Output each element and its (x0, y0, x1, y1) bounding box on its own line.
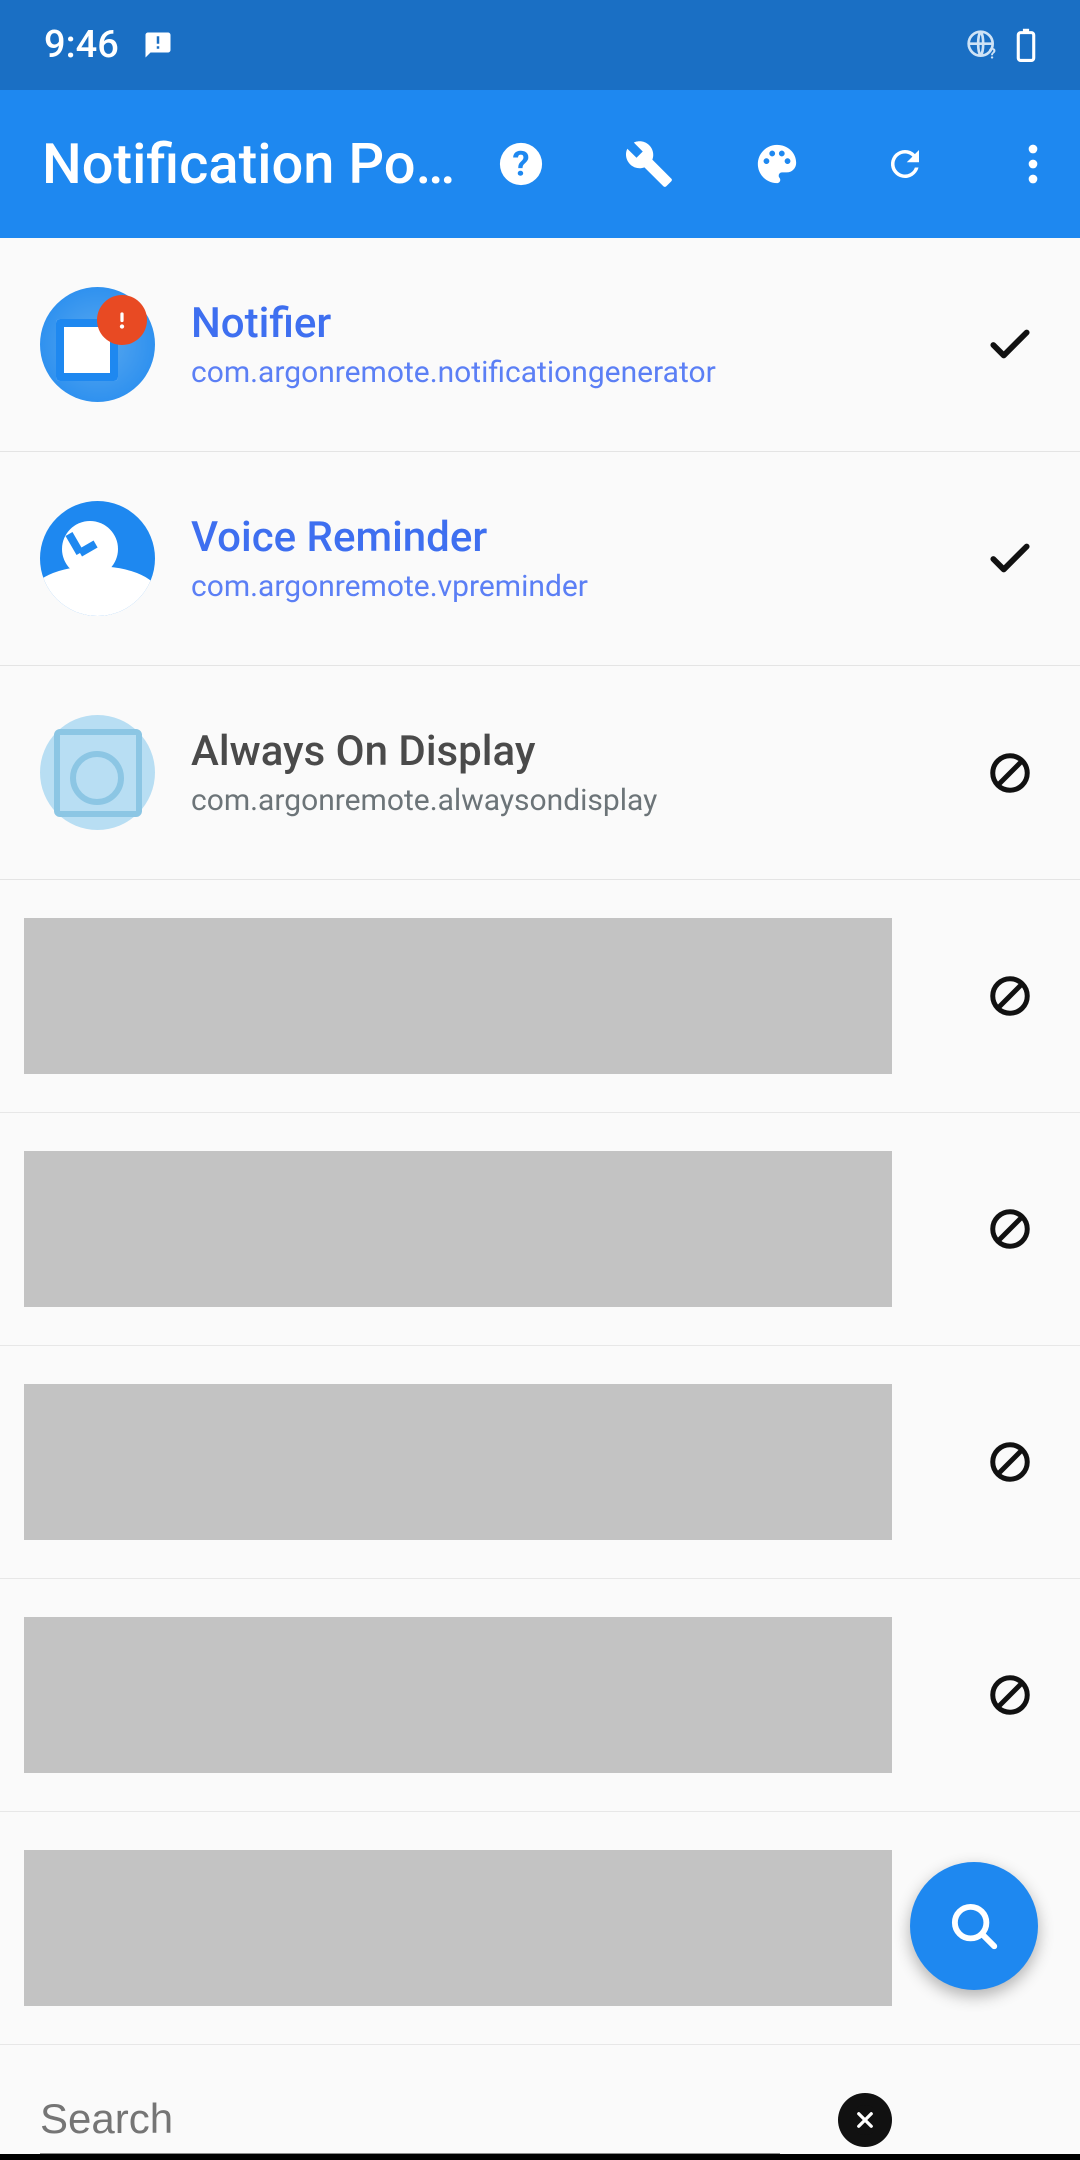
app-name: Notifier (191, 299, 980, 349)
app-status-toggle[interactable] (980, 973, 1040, 1019)
settings-button[interactable] (585, 90, 713, 238)
close-icon (850, 2105, 880, 2135)
battery-icon (1016, 28, 1036, 62)
check-icon (985, 320, 1035, 370)
app-status-toggle[interactable] (980, 1439, 1040, 1485)
app-status-toggle[interactable] (980, 534, 1040, 584)
app-row-loading (0, 880, 1080, 1113)
loading-placeholder (24, 1151, 892, 1307)
search-input[interactable] (40, 2095, 780, 2143)
search-icon (947, 1899, 1001, 1953)
theme-button[interactable] (713, 90, 841, 238)
nav-bar-strip (0, 2154, 1080, 2160)
app-list: Notifier com.argonremote.notificationgene… (0, 238, 1080, 2045)
palette-icon (754, 141, 800, 187)
app-icon-always-on-display (40, 715, 155, 830)
loading-placeholder (24, 1617, 892, 1773)
app-package: com.argonremote.vpreminder (191, 569, 980, 604)
block-icon (987, 1206, 1033, 1252)
more-vert-icon (1028, 143, 1038, 185)
search-bar (0, 2045, 1080, 2160)
wrench-icon (624, 139, 674, 189)
refresh-icon (884, 143, 926, 185)
app-package: com.argonremote.alwaysondisplay (191, 783, 980, 818)
app-title: Notification Popup (42, 131, 457, 197)
app-row[interactable]: Voice Reminder com.argonremote.vpreminder (0, 452, 1080, 666)
app-name: Voice Reminder (191, 513, 980, 563)
help-icon: ? (498, 141, 544, 187)
refresh-button[interactable] (841, 90, 969, 238)
loading-placeholder (24, 1850, 892, 2006)
loading-placeholder (24, 918, 892, 1074)
app-row-loading (0, 1113, 1080, 1346)
message-icon (143, 30, 173, 60)
svg-text:?: ? (512, 145, 529, 185)
app-status-toggle[interactable] (980, 750, 1040, 796)
app-row-loading (0, 1579, 1080, 1812)
block-icon (987, 750, 1033, 796)
block-icon (987, 1439, 1033, 1485)
app-status-toggle[interactable] (980, 1206, 1040, 1252)
app-row[interactable]: Always On Display com.argonremote.alwayso… (0, 666, 1080, 880)
clear-search-button[interactable] (838, 2093, 892, 2147)
block-icon (987, 973, 1033, 1019)
app-row[interactable]: Notifier com.argonremote.notificationgene… (0, 238, 1080, 452)
app-package: com.argonremote.notificationgenerator (191, 355, 980, 390)
loading-placeholder (24, 1384, 892, 1540)
help-button[interactable]: ? (457, 90, 585, 238)
app-name: Always On Display (191, 727, 980, 777)
status-time: 9:46 (44, 23, 119, 67)
status-bar: 9:46 ? (0, 0, 1080, 90)
app-icon-voice-reminder (40, 501, 155, 616)
search-fab[interactable] (910, 1862, 1038, 1990)
app-bar: Notification Popup ? (0, 90, 1080, 238)
app-status-toggle[interactable] (980, 320, 1040, 370)
app-icon-notifier (40, 287, 155, 402)
app-status-toggle[interactable] (980, 1672, 1040, 1718)
block-icon (987, 1672, 1033, 1718)
overflow-menu-button[interactable] (969, 90, 1080, 238)
check-icon (985, 534, 1035, 584)
app-row-loading (0, 1346, 1080, 1579)
globe-no-connection-icon: ? (966, 29, 998, 61)
svg-text:?: ? (989, 44, 996, 61)
